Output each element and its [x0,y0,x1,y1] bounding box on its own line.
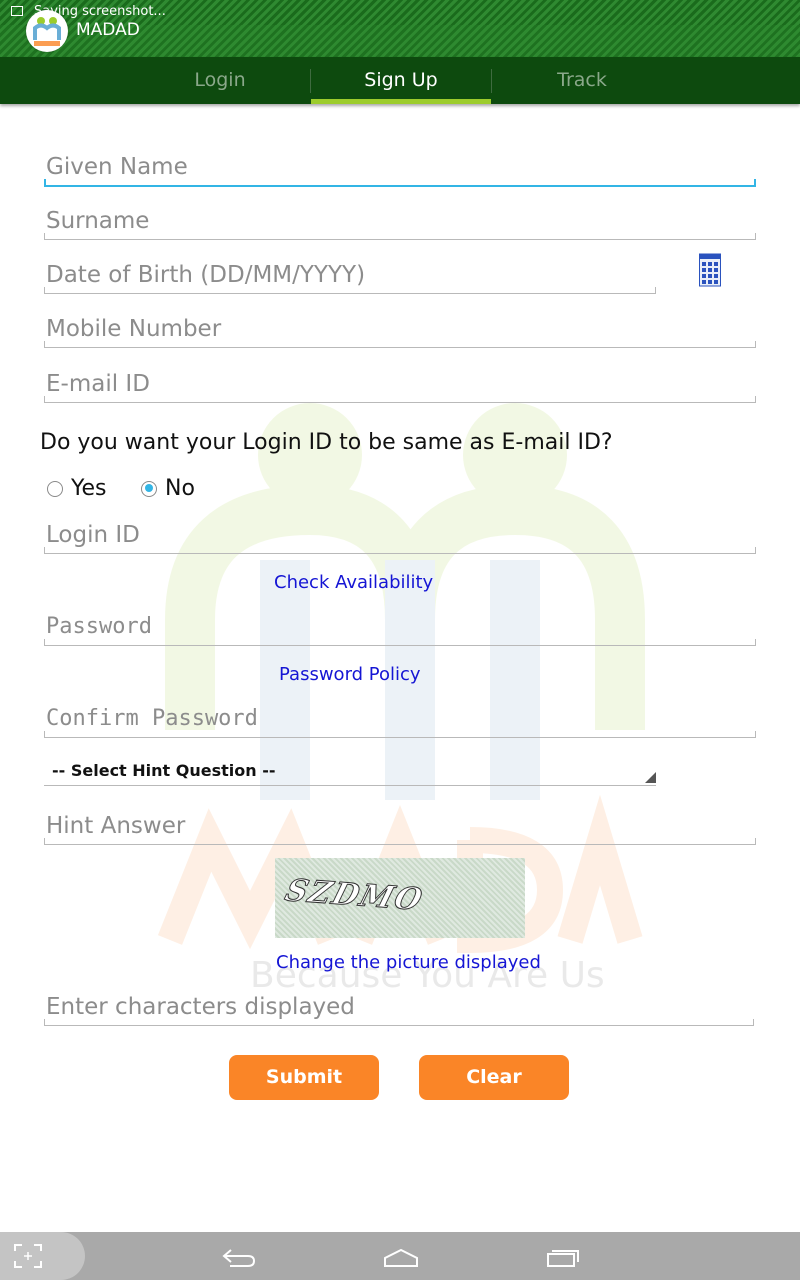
app-title: MADAD [76,20,140,40]
calendar-icon[interactable] [699,253,721,287]
app-logo [26,10,68,52]
given-name-placeholder: Given Name [46,154,188,180]
home-icon[interactable] [383,1246,419,1268]
email-input[interactable]: E-mail ID [44,368,756,403]
tab-track[interactable]: Track [492,57,672,104]
confirm-password-placeholder: Confirm Password [46,706,258,731]
clear-button[interactable]: Clear [419,1055,569,1100]
navigation-bar [0,1232,800,1280]
tab-sign-up[interactable]: Sign Up [311,57,491,104]
radio-yes-label: Yes [71,476,107,501]
back-icon[interactable] [222,1246,256,1268]
hint-question-value: -- Select Hint Question -- [52,761,276,780]
hint-answer-input[interactable]: Hint Answer [44,810,756,845]
login-same-question: Do you want your Login ID to be same as … [40,430,613,455]
captcha-input[interactable]: Enter characters displayed [44,991,754,1026]
confirm-password-input[interactable]: Confirm Password [44,703,756,738]
mobile-number-input[interactable]: Mobile Number [44,313,756,348]
tab-login[interactable]: Login [130,57,310,104]
radio-no[interactable]: No [141,476,195,501]
surname-placeholder: Surname [46,208,150,234]
email-placeholder: E-mail ID [46,371,150,397]
password-placeholder: Password [46,614,152,639]
check-availability-link[interactable]: Check Availability [274,572,433,593]
screenshot-overlay [0,1232,85,1280]
tab-bar: Login Sign Up Track [0,57,800,104]
hint-answer-placeholder: Hint Answer [46,813,186,839]
captcha-image: SZDMO [275,858,525,938]
recent-apps-icon[interactable] [546,1246,582,1268]
login-id-input[interactable]: Login ID [44,519,756,554]
password-input[interactable]: Password [44,611,756,646]
hint-question-select[interactable]: -- Select Hint Question -- [44,757,656,786]
given-name-input[interactable]: Given Name [44,151,756,187]
radio-yes-circle[interactable] [47,480,63,497]
captcha-input-placeholder: Enter characters displayed [46,994,355,1020]
radio-yes[interactable]: Yes [47,476,107,501]
change-picture-link[interactable]: Change the picture displayed [276,952,541,973]
date-of-birth-input[interactable]: Date of Birth (DD/MM/YYYY) [44,259,656,294]
screenshot-icon [11,6,23,16]
screenshot-frame-icon [14,1244,42,1268]
password-policy-link[interactable]: Password Policy [279,664,421,685]
dropdown-caret-icon [645,772,656,783]
radio-no-label: No [165,476,195,501]
login-id-placeholder: Login ID [46,522,140,548]
surname-input[interactable]: Surname [44,205,756,240]
radio-no-circle[interactable] [141,480,157,497]
date-of-birth-placeholder: Date of Birth (DD/MM/YYYY) [46,262,366,288]
mobile-number-placeholder: Mobile Number [46,316,222,342]
captcha-text: SZDMO [281,873,428,919]
submit-button[interactable]: Submit [229,1055,379,1100]
